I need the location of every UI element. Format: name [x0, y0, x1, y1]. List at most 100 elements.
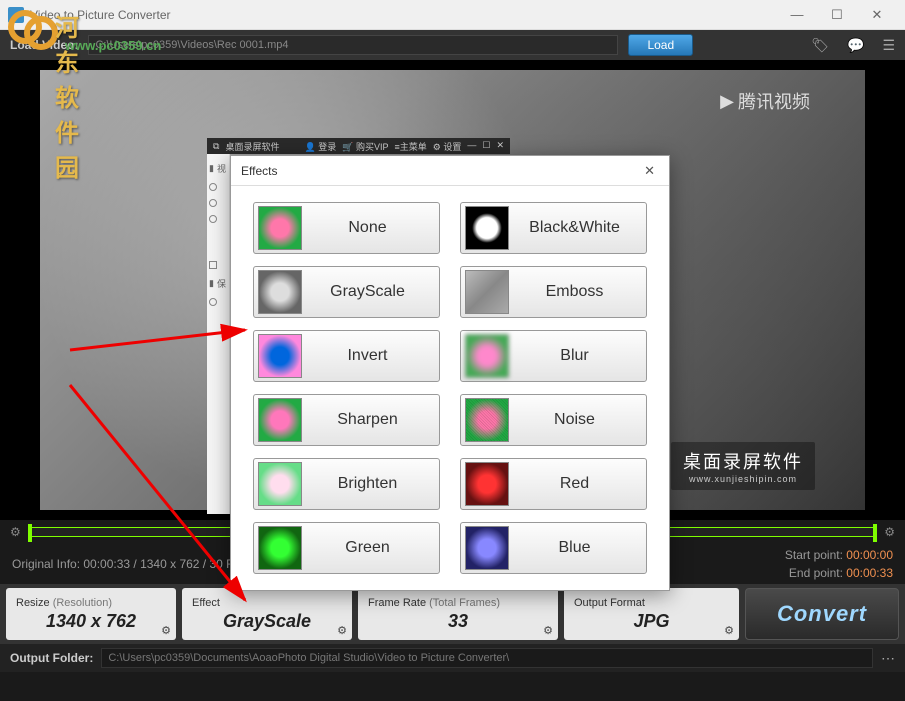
effect-option-invert[interactable]: Invert [253, 330, 440, 382]
window-title: Video to Picture Converter [30, 8, 777, 22]
app-icon [8, 7, 24, 23]
embed-menu: ≡主菜单 [395, 140, 427, 153]
maximize-button[interactable]: ☐ [817, 3, 857, 27]
effect-thumb-icon [258, 270, 302, 314]
video-watermark-tr-text: 腾讯视频 [738, 88, 810, 114]
effect-option-label: Green [310, 539, 435, 557]
effects-dialog: Effects ✕ None Black&White GrayScale Emboss… [230, 155, 670, 591]
output-browse-button[interactable]: ⋯ [881, 650, 895, 667]
output-folder-label: Output Folder: [10, 651, 93, 665]
effect-option-label: Black&White [517, 219, 642, 237]
effect-option-blue[interactable]: Blue [460, 522, 647, 574]
time-points: Start point: 00:00:00 End point: 00:00:3… [785, 546, 893, 582]
framerate-label: Frame Rate [368, 597, 426, 609]
effect-thumb-icon [465, 334, 509, 378]
effect-thumb-icon [258, 398, 302, 442]
load-video-label: Load Video: [10, 38, 78, 52]
effect-option-blur[interactable]: Blur [460, 330, 647, 382]
resize-sublabel: (Resolution) [53, 597, 112, 609]
embed-settings: ⚙ 设置 [433, 140, 462, 153]
effect-option-none[interactable]: None [253, 202, 440, 254]
effect-thumb-icon [465, 462, 509, 506]
framerate-gear-icon[interactable]: ⚙ [543, 624, 553, 637]
effect-option-emboss[interactable]: Emboss [460, 266, 647, 318]
embed-min: — [467, 140, 476, 153]
effect-option-label: Red [517, 475, 642, 493]
top-toolbar: Load Video: C:\Users\pc0359\Videos\Rec 0… [0, 30, 905, 60]
embed-screen-icon: ⧉ [213, 141, 219, 152]
br-watermark-line2: www.xunjieshipin.com [683, 474, 803, 484]
embed-login: 👤 登录 [305, 140, 337, 153]
effect-option-label: Noise [517, 411, 642, 429]
embedded-app-toolbar: ⧉ 桌面录屏软件 👤 登录 🛒 购买VIP ≡主菜单 ⚙ 设置 — ☐ ✕ [207, 138, 510, 154]
br-watermark-line1: 桌面录屏软件 [683, 448, 803, 474]
effect-option-label: Emboss [517, 283, 642, 301]
format-panel[interactable]: Output Format JPG ⚙ [564, 588, 739, 640]
effect-option-sharpen[interactable]: Sharpen [253, 394, 440, 446]
convert-button[interactable]: Convert [745, 588, 899, 640]
effects-dialog-close-icon[interactable]: ✕ [640, 163, 659, 179]
embed-max: ☐ [482, 140, 490, 153]
tag-icon[interactable]: 🏷 [811, 37, 829, 54]
effect-option-label: Invert [310, 347, 435, 365]
effect-thumb-icon [258, 462, 302, 506]
effect-option-label: Blue [517, 539, 642, 557]
effect-option-brighten[interactable]: Brighten [253, 458, 440, 510]
end-point-label: End point: [789, 566, 843, 580]
effect-thumb-icon [465, 526, 509, 570]
end-point-value: 00:00:33 [846, 566, 893, 580]
effect-thumb-icon [465, 270, 509, 314]
effects-dialog-titlebar: Effects ✕ [231, 156, 669, 186]
effect-option-noise[interactable]: Noise [460, 394, 647, 446]
window-titlebar: Video to Picture Converter — ☐ ✕ [0, 0, 905, 30]
format-gear-icon[interactable]: ⚙ [724, 624, 734, 637]
resize-label: Resize [16, 597, 50, 609]
video-watermark-topright: ▶ 腾讯视频 [720, 88, 810, 114]
effect-option-label: Blur [517, 347, 642, 365]
effect-panel[interactable]: Effect GrayScale ⚙ [182, 588, 352, 640]
output-folder-path[interactable]: C:\Users\pc0359\Documents\AoaoPhoto Digi… [101, 648, 873, 668]
load-button[interactable]: Load [628, 34, 693, 56]
effect-gear-icon[interactable]: ⚙ [337, 624, 347, 637]
resize-panel[interactable]: Resize (Resolution) 1340 x 762 ⚙ [6, 588, 176, 640]
effect-thumb-icon [258, 206, 302, 250]
effect-option-red[interactable]: Red [460, 458, 647, 510]
close-button[interactable]: ✕ [857, 3, 897, 27]
embed-vip: 🛒 购买VIP [342, 140, 388, 153]
framerate-value: 33 [368, 611, 548, 632]
start-point-value: 00:00:00 [846, 548, 893, 562]
effect-option-grayscale[interactable]: GrayScale [253, 266, 440, 318]
toolbar-icons: 🏷 💬 ☰ [811, 37, 895, 54]
original-info: Original Info: 00:00:33 / 1340 x 762 / 3… [12, 557, 250, 571]
effect-thumb-icon [258, 334, 302, 378]
effect-option-label: Sharpen [310, 411, 435, 429]
effect-thumb-icon [258, 526, 302, 570]
timeline-start-gear-icon[interactable]: ⚙ [10, 525, 21, 539]
settings-row: Resize (Resolution) 1340 x 762 ⚙ Effect … [0, 584, 905, 644]
list-icon[interactable]: ☰ [882, 37, 895, 54]
framerate-panel[interactable]: Frame Rate (Total Frames) 33 ⚙ [358, 588, 558, 640]
effect-option-blackwhite[interactable]: Black&White [460, 202, 647, 254]
embed-app-title: 桌面录屏软件 [225, 140, 279, 153]
effect-thumb-icon [465, 398, 509, 442]
effect-label: Effect [192, 597, 342, 609]
video-path-input[interactable]: C:\Users\pc0359\Videos\Rec 0001.mp4 [88, 35, 618, 55]
video-watermark-bottomright: 桌面录屏软件 www.xunjieshipin.com [671, 442, 815, 490]
timeline-end-gear-icon[interactable]: ⚙ [884, 525, 895, 539]
minimize-button[interactable]: — [777, 3, 817, 27]
effect-option-label: GrayScale [310, 283, 435, 301]
embed-close: ✕ [496, 140, 504, 153]
resize-value: 1340 x 762 [16, 611, 166, 632]
resize-gear-icon[interactable]: ⚙ [161, 624, 171, 637]
start-point-label: Start point: [785, 548, 843, 562]
effect-value: GrayScale [192, 611, 342, 632]
effect-option-label: Brighten [310, 475, 435, 493]
effect-option-green[interactable]: Green [253, 522, 440, 574]
format-label: Output Format [574, 597, 729, 609]
effects-grid: None Black&White GrayScale Emboss Invert Blur… [231, 186, 669, 590]
effect-thumb-icon [465, 206, 509, 250]
effect-option-label: None [310, 219, 435, 237]
effects-dialog-title: Effects [241, 164, 640, 178]
comment-icon[interactable]: 💬 [847, 37, 864, 54]
framerate-sublabel: (Total Frames) [429, 597, 500, 609]
